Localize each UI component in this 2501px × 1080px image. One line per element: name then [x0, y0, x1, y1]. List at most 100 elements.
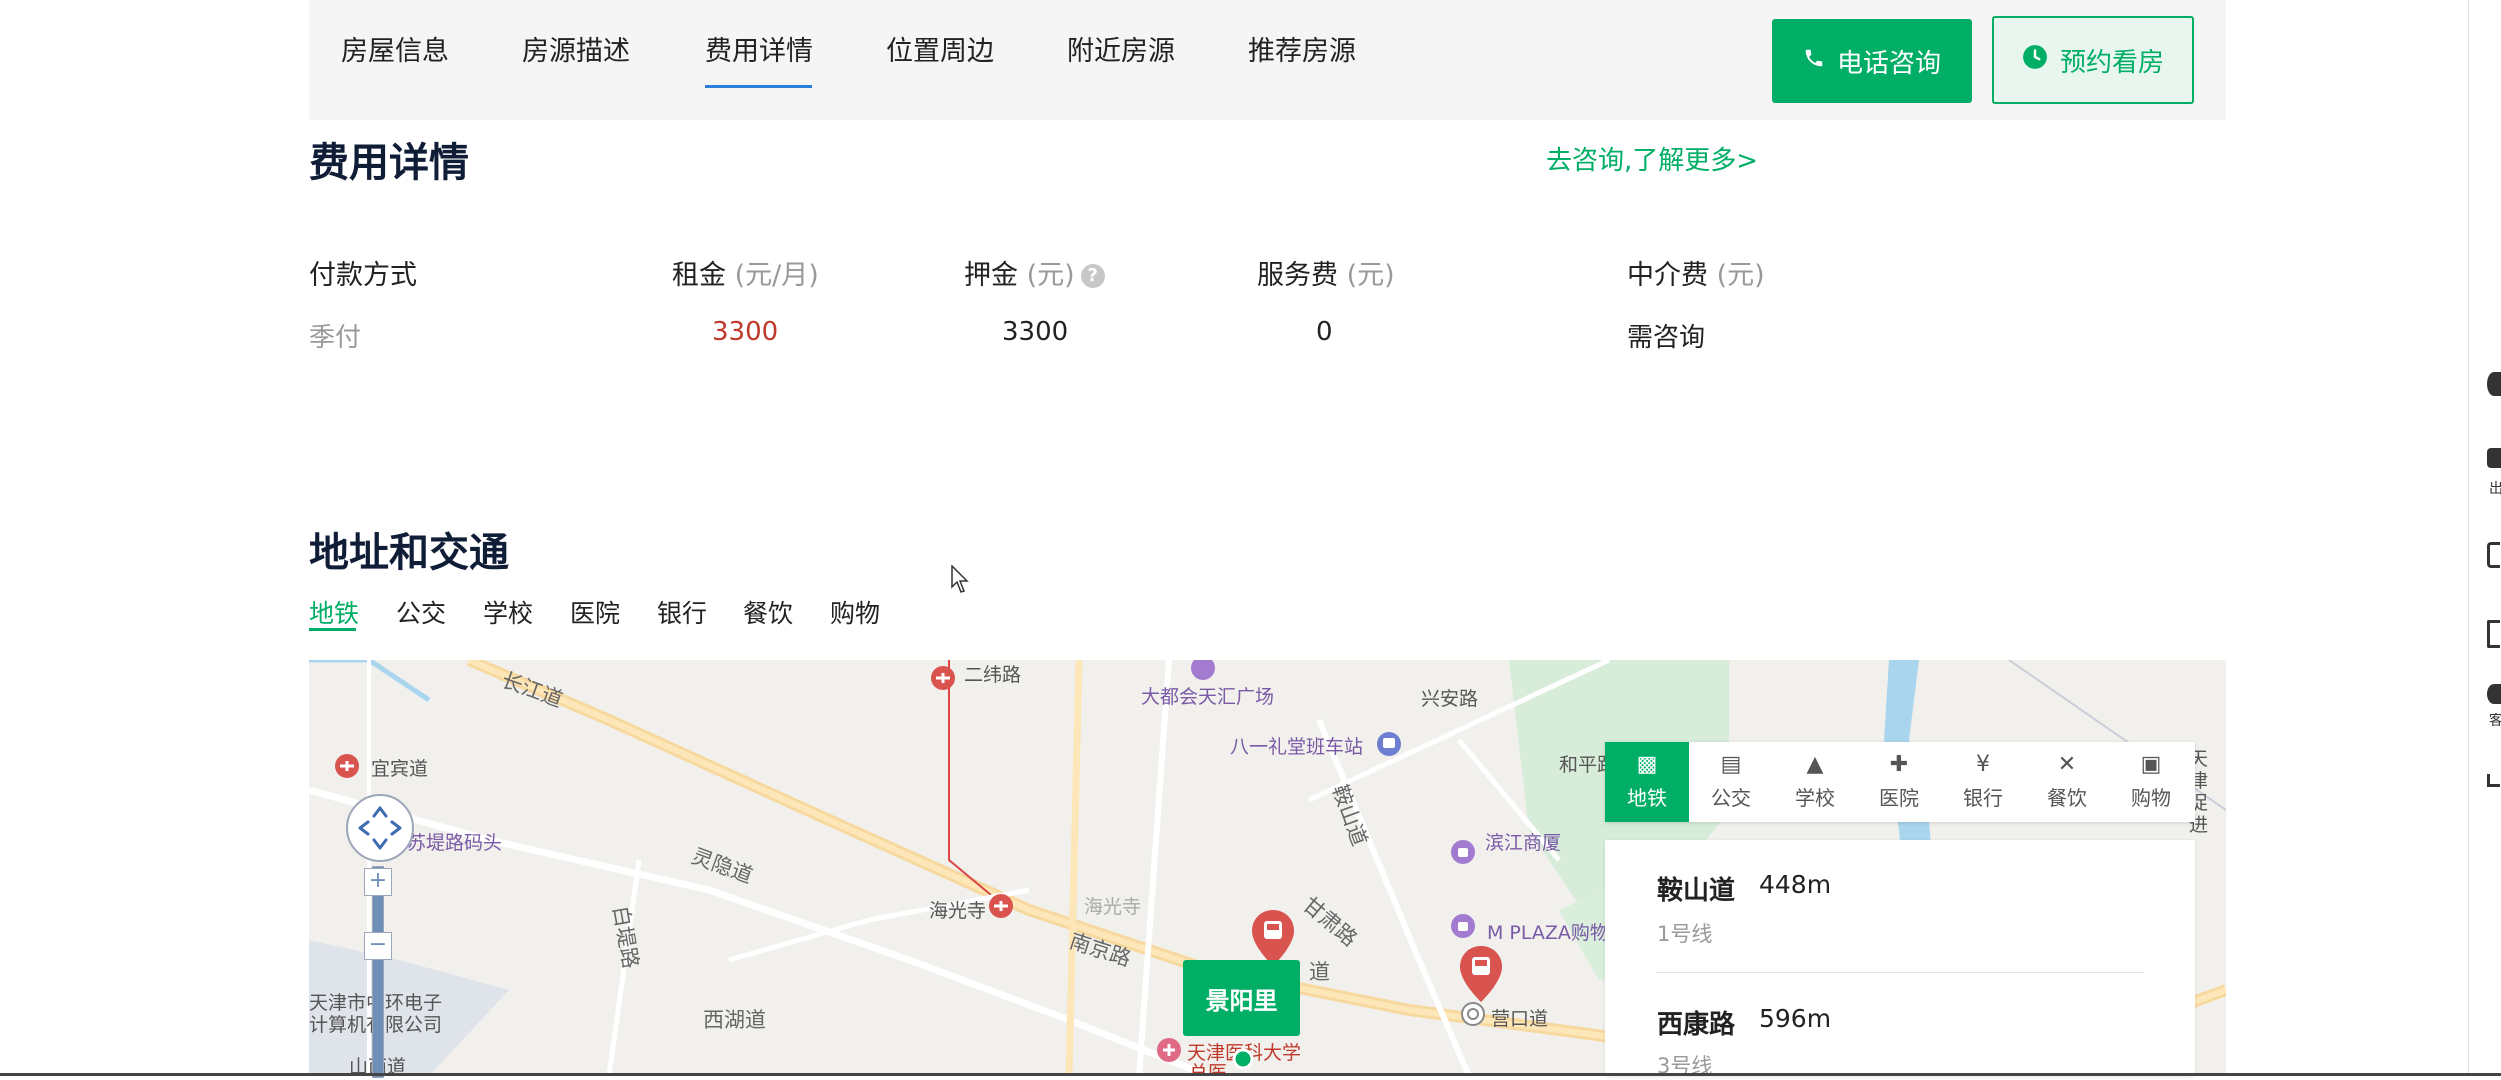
house-marker-label: 景阳里 [1205, 986, 1278, 1015]
mouse-cursor-icon [951, 565, 969, 593]
scan-icon[interactable] [2487, 620, 2500, 648]
subtab-bus[interactable]: 公交 [396, 594, 446, 630]
phone-icon [1803, 46, 1825, 76]
fee-header-label: 租金 [672, 260, 726, 291]
nearby-stations-list: 鞍山道 448m 1号线 西康路 596m 3号线 [1605, 840, 2195, 1078]
subtab-school[interactable]: 学校 [483, 594, 533, 630]
graduation-cap-icon: ▲ [1806, 751, 1824, 777]
fee-header-rent: 租金 (元/月) [672, 253, 819, 292]
poi-category-panel: ▩ 地铁 ▤ 公交 ▲ 学校 ✚ 医院 ¥ 银行 ✕ 餐饮 ▣ 购物 [1605, 742, 2195, 822]
shopping-bag-icon: ▣ [2140, 751, 2162, 777]
station-distance: 596m [1759, 1004, 1832, 1033]
fee-value-rent: 3300 [712, 317, 779, 347]
heart-icon[interactable] [2487, 372, 2501, 396]
phone-consult-button[interactable]: 电话咨询 [1772, 19, 1972, 103]
map-label: 道 [1309, 960, 1330, 984]
bus-stop-icon[interactable] [1375, 730, 1403, 758]
house-dot-icon [1232, 1048, 1254, 1070]
book-viewing-button[interactable]: 预约看房 [1992, 16, 2194, 104]
floating-sidebar: 出 客 [2468, 0, 2501, 1076]
poi-label: 餐饮 [2047, 785, 2087, 810]
subway-pin-icon[interactable] [1251, 910, 1295, 966]
clock-icon [2022, 44, 2048, 77]
poi-label: 银行 [1963, 785, 2003, 810]
map-label: 宜宾道 [371, 758, 429, 780]
station-name[interactable]: 鞍山道 [1657, 870, 1735, 907]
poi-dining[interactable]: ✕ 餐饮 [2025, 742, 2109, 822]
fee-header-service: 服务费 (元) [1257, 253, 1395, 292]
poi-subway[interactable]: ▩ 地铁 [1605, 742, 1689, 822]
hospital-icon[interactable] [1155, 1036, 1183, 1064]
subtab-dining[interactable]: 餐饮 [743, 594, 793, 630]
phone-consult-label: 电话咨询 [1836, 48, 1941, 79]
house-location-marker[interactable]: 景阳里 [1183, 960, 1300, 1036]
zoom-out-button[interactable]: − [364, 932, 392, 960]
sidebar-label: 客 [2489, 713, 2501, 729]
tab-location[interactable]: 位置周边 [886, 34, 994, 70]
zoom-slider[interactable] [372, 866, 384, 1078]
divider [1655, 972, 2145, 973]
poi-label: 学校 [1795, 785, 1835, 810]
fee-section-title: 费用详情 [309, 140, 469, 186]
subtab-shopping[interactable]: 购物 [830, 594, 880, 630]
fee-header-agency: 中介费 (元) [1627, 253, 1765, 292]
back-to-top-icon[interactable] [2487, 774, 2500, 787]
shopping-icon[interactable] [1449, 838, 1477, 866]
map-label: 八一礼堂班车站 [1230, 736, 1364, 758]
fee-header-unit: (元) [1346, 260, 1395, 291]
fee-header-label: 服务费 [1257, 260, 1338, 291]
pan-arrows-icon [358, 806, 402, 850]
shopping-icon[interactable] [1189, 660, 1217, 688]
fee-value-agency: 需咨询 [1627, 323, 1706, 353]
subway-icon: ▩ [1636, 751, 1658, 777]
gift-icon[interactable] [2487, 448, 2501, 468]
poi-bus[interactable]: ▤ 公交 [1689, 742, 1773, 822]
tab-house-description[interactable]: 房源描述 [522, 34, 630, 70]
poi-shopping[interactable]: ▣ 购物 [2109, 742, 2193, 822]
book-viewing-label: 预约看房 [2059, 47, 2164, 78]
subway-pin-icon[interactable] [1459, 946, 1503, 1002]
metro-station-icon[interactable] [333, 752, 361, 780]
tab-nearby-listings[interactable]: 附近房源 [1067, 34, 1175, 70]
fee-header-label: 付款方式 [309, 260, 417, 291]
fee-value-service: 0 [1316, 317, 1333, 347]
station-name[interactable]: 西康路 [1657, 1004, 1735, 1041]
poi-hospital[interactable]: ✚ 医院 [1857, 742, 1941, 822]
chat-icon[interactable] [2487, 684, 2501, 704]
bus-icon: ▤ [1720, 751, 1742, 777]
tab-house-info[interactable]: 房屋信息 [341, 34, 449, 70]
subtab-bank[interactable]: 银行 [657, 594, 707, 630]
poi-label: 医院 [1879, 785, 1919, 810]
map-pan-control[interactable] [346, 794, 414, 862]
shopping-icon[interactable] [1449, 912, 1477, 940]
fee-header-unit: (元) [1026, 260, 1075, 291]
fee-header-unit: (元/月) [734, 260, 819, 291]
zoom-in-button[interactable]: + [364, 868, 392, 896]
map-label: 苏堤路码头 [407, 832, 503, 854]
question-icon[interactable]: ? [1080, 264, 1105, 288]
rail-station-icon[interactable] [1459, 1000, 1487, 1028]
fee-value-deposit: 3300 [1002, 317, 1069, 347]
yen-icon: ¥ [1976, 751, 1990, 777]
tab-recommended[interactable]: 推荐房源 [1248, 34, 1356, 70]
subtab-subway[interactable]: 地铁 [309, 594, 359, 630]
subtab-indicator [309, 628, 356, 631]
poi-bank[interactable]: ¥ 银行 [1941, 742, 2025, 822]
hospital-cross-icon: ✚ [1889, 751, 1909, 777]
fee-header-label: 押金 [964, 260, 1018, 291]
sidebar-label: 出 [2489, 481, 2501, 497]
map-label: 海光寺 [1084, 896, 1142, 918]
metro-station-icon[interactable] [987, 892, 1015, 920]
subtab-hospital[interactable]: 医院 [570, 594, 620, 630]
fee-value-payment: 季付 [309, 323, 362, 353]
map-label: 海光寺 [929, 900, 987, 922]
active-tab-indicator [705, 85, 812, 88]
poi-school[interactable]: ▲ 学校 [1773, 742, 1857, 822]
metro-station-icon[interactable] [929, 664, 957, 692]
station-line: 1号线 [1657, 922, 1713, 946]
shield-icon[interactable] [2487, 542, 2500, 568]
fee-header-payment: 付款方式 [309, 253, 417, 292]
map-label: 营口道 [1491, 1008, 1549, 1030]
tab-fee-details[interactable]: 费用详情 [705, 34, 813, 70]
consult-more-link[interactable]: 去咨询,了解更多> [1546, 140, 1758, 177]
